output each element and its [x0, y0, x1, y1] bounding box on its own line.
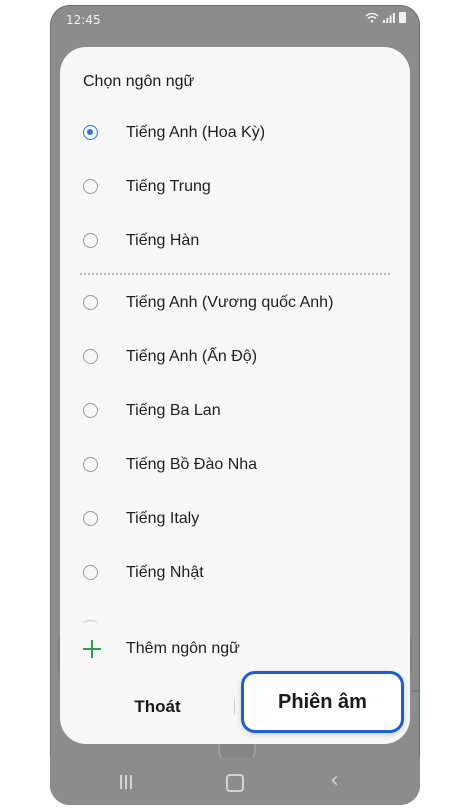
language-item[interactable]: Tiếng Anh (Ấn Độ)	[60, 331, 410, 385]
list-divider	[80, 273, 390, 275]
radio-icon[interactable]	[83, 295, 98, 310]
language-item[interactable]: Tiếng Anh (Hoa Kỳ)	[60, 107, 410, 161]
language-item[interactable]: Tiếng Italy	[60, 493, 410, 547]
language-list[interactable]: Tiếng Anh (Hoa Kỳ) Tiếng Trung Tiếng Hàn…	[60, 107, 410, 627]
status-time: 12:45	[66, 13, 101, 27]
add-language-label: Thêm ngôn ngữ	[126, 640, 240, 657]
status-bar: 12:45	[50, 5, 420, 37]
radio-icon[interactable]	[83, 565, 98, 580]
language-label: Tiếng Nhật	[126, 564, 204, 581]
exit-button[interactable]: Thoát	[100, 692, 215, 722]
dialog-title: Chọn ngôn ngữ	[83, 73, 195, 90]
language-item[interactable]: Tiếng Anh (Vương quốc Anh)	[60, 277, 410, 331]
radio-icon[interactable]	[83, 403, 98, 418]
plus-icon[interactable]	[82, 639, 102, 659]
signal-icon	[383, 13, 395, 23]
language-dialog: Chọn ngôn ngữ Tiếng Anh (Hoa Kỳ) Tiếng T…	[60, 47, 410, 744]
language-item[interactable]: Tiếng Ba Lan	[60, 385, 410, 439]
radio-selected-icon[interactable]	[83, 125, 98, 140]
navigation-bar: ‹	[50, 757, 420, 805]
back-icon[interactable]: ‹	[330, 770, 339, 792]
button-separator	[234, 699, 235, 715]
battery-icon	[399, 12, 406, 23]
status-icons	[365, 12, 406, 23]
language-label: Tiếng Bồ Đào Nha	[126, 456, 258, 473]
radio-icon[interactable]	[83, 233, 98, 248]
radio-icon[interactable]	[83, 179, 98, 194]
language-item[interactable]: Tiếng Bồ Đào Nha	[60, 439, 410, 493]
radio-icon[interactable]	[83, 511, 98, 526]
recent-apps-icon[interactable]	[120, 775, 134, 789]
wifi-icon	[365, 12, 379, 23]
partial-radio-icon	[83, 620, 98, 628]
language-label: Tiếng Anh (Ấn Độ)	[126, 348, 258, 365]
language-label: Tiếng Anh (Vương quốc Anh)	[126, 294, 334, 311]
language-item[interactable]: Tiếng Trung	[60, 161, 410, 215]
radio-icon[interactable]	[83, 457, 98, 472]
add-language-row[interactable]: Thêm ngôn ngữ	[60, 631, 410, 667]
language-label: Tiếng Ba Lan	[126, 402, 221, 419]
language-item[interactable]: Tiếng Hàn	[60, 215, 410, 269]
more-dots-icon: ···	[411, 683, 421, 697]
language-item[interactable]: Tiếng Nhật	[60, 547, 410, 601]
language-label: Tiếng Anh (Hoa Kỳ)	[126, 124, 266, 141]
language-label: Tiếng Italy	[126, 510, 200, 527]
radio-icon[interactable]	[83, 349, 98, 364]
language-label: Tiếng Trung	[126, 178, 211, 195]
transcribe-button[interactable]: Phiên âm	[241, 671, 404, 733]
home-icon[interactable]	[226, 774, 244, 792]
language-label: Tiếng Hàn	[126, 232, 200, 249]
